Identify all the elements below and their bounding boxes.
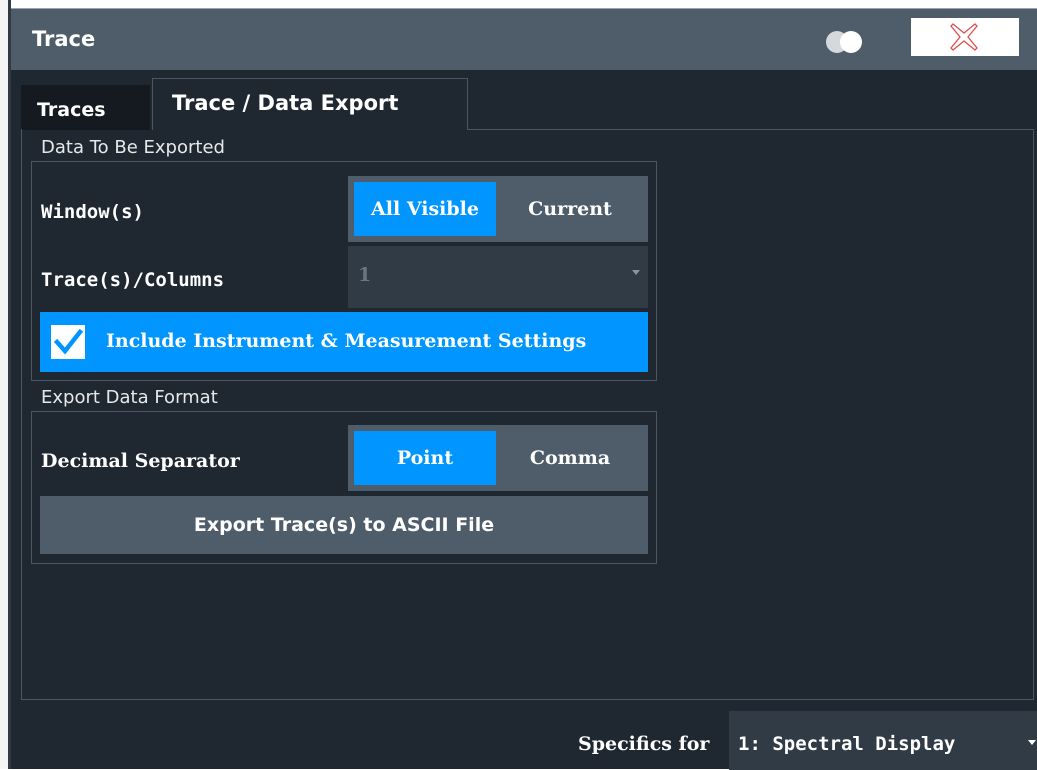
checkbox-box[interactable] [51,325,85,359]
decimal-point-button[interactable]: Point [354,431,496,485]
export-ascii-button[interactable]: Export Trace(s) to ASCII File [40,496,648,554]
toggle-icon[interactable] [826,31,871,53]
traces-columns-dropdown[interactable]: 1 [348,246,648,308]
tab-traces-label: Traces [37,99,106,121]
checkmark-icon [53,328,84,355]
chevron-down-icon [1028,740,1036,745]
dialog-title: Trace [32,27,96,51]
chevron-down-icon [632,270,640,275]
group-label-export-format: Export Data Format [41,387,218,408]
specifics-for-label: Specifics for [578,733,710,755]
decimal-comma-button[interactable]: Comma [498,431,642,485]
include-settings-checkbox[interactable]: Include Instrument & Measurement Setting… [40,312,648,372]
specifics-dropdown[interactable]: 1: Spectral Display [729,711,1037,770]
tab-traces[interactable]: Traces [21,85,150,130]
close-button[interactable] [911,18,1019,56]
close-x-icon [950,23,978,51]
traces-columns-value: 1 [358,264,372,286]
panel-top-border [468,129,1034,130]
decimal-separator-selector: Point Comma [348,425,648,491]
dialog-titlebar[interactable]: Trace [11,9,1037,70]
trace-dialog: Trace Traces Trace / Data Export Data To… [11,8,1037,770]
windows-label: Window(s) [41,201,144,223]
windows-all-visible-button[interactable]: All Visible [354,182,496,236]
tab-trace-data-export[interactable]: Trace / Data Export [152,78,468,130]
group-label-data-export: Data To Be Exported [41,137,225,158]
windows-current-button[interactable]: Current [498,182,642,236]
tab-export-label: Trace / Data Export [172,91,399,115]
traces-columns-label: Trace(s)/Columns [41,269,225,291]
include-settings-label: Include Instrument & Measurement Setting… [106,330,587,352]
windows-selector: All Visible Current [348,176,648,242]
specifics-value: 1: Spectral Display [738,733,956,755]
decimal-separator-label: Decimal Separator [41,450,240,472]
